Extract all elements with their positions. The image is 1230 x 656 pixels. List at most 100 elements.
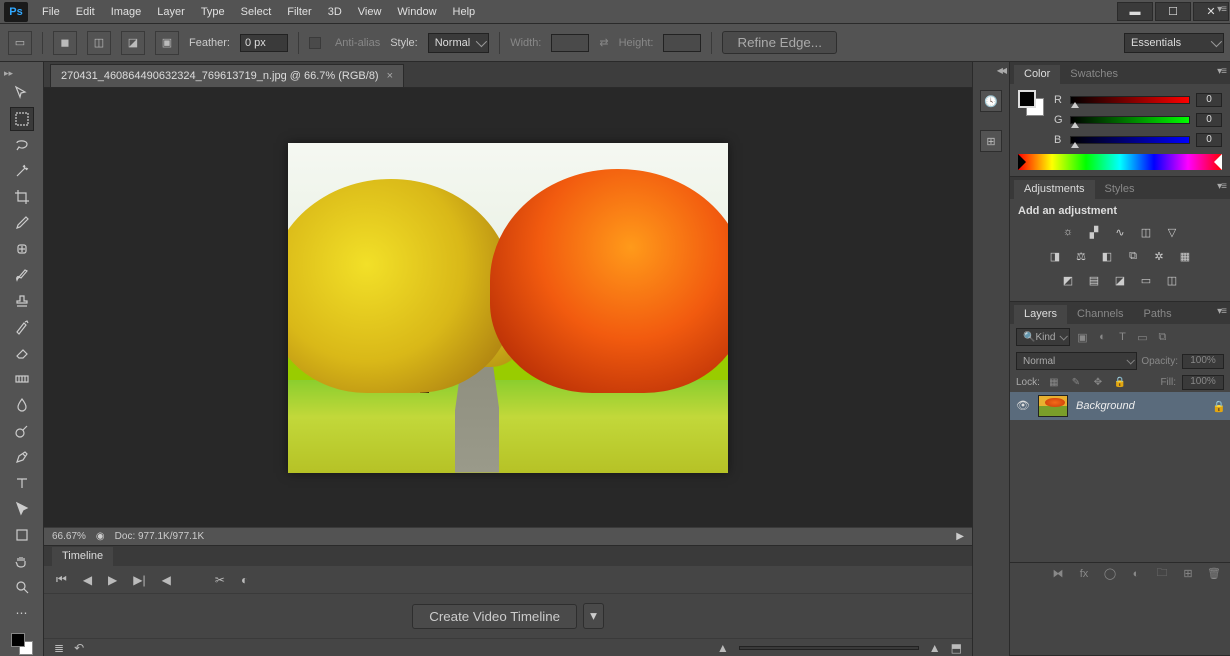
prev-frame-icon[interactable]: ◀ bbox=[83, 573, 92, 587]
edit-toolbar-icon[interactable]: ⋯ bbox=[10, 601, 34, 625]
color-spectrum[interactable] bbox=[1018, 154, 1222, 170]
lock-pixels-icon[interactable]: ✎ bbox=[1068, 374, 1084, 390]
antialias-checkbox[interactable] bbox=[309, 37, 321, 49]
undo-icon[interactable]: ↶ bbox=[74, 641, 84, 655]
document-canvas[interactable] bbox=[288, 143, 728, 473]
panel-menu-icon[interactable]: ▾≡ bbox=[1217, 181, 1226, 192]
shape-tool[interactable] bbox=[10, 523, 34, 547]
gradient-map-icon[interactable]: ▭ bbox=[1137, 271, 1155, 289]
filter-kind-select[interactable]: 🔍 Kind bbox=[1016, 328, 1070, 346]
exposure-icon[interactable]: ◫ bbox=[1137, 223, 1155, 241]
transition-icon[interactable]: ◐ bbox=[241, 573, 248, 587]
document-tab[interactable]: 270431_460864490632324_769613719_n.jpg @… bbox=[50, 64, 404, 87]
panel-menu-icon[interactable]: ▾≡ bbox=[1217, 66, 1226, 77]
properties-panel-icon[interactable]: ⊞ bbox=[980, 130, 1002, 152]
layers-tab[interactable]: Layers bbox=[1014, 305, 1067, 324]
tool-preset-icon[interactable]: ▭ bbox=[8, 31, 32, 55]
selective-color-icon[interactable]: ◫ bbox=[1163, 271, 1181, 289]
color-balance-icon[interactable]: ⚖ bbox=[1072, 247, 1090, 265]
layer-mask-icon[interactable]: ◯ bbox=[1102, 566, 1118, 582]
pen-tool[interactable] bbox=[10, 445, 34, 469]
menu-view[interactable]: View bbox=[350, 0, 390, 23]
styles-tab[interactable]: Styles bbox=[1095, 180, 1145, 199]
stamp-tool[interactable] bbox=[10, 289, 34, 313]
channels-tab[interactable]: Channels bbox=[1067, 305, 1133, 324]
link-layers-icon[interactable]: ⧓ bbox=[1050, 566, 1066, 582]
lock-transparency-icon[interactable]: ▦ bbox=[1046, 374, 1062, 390]
create-video-timeline-button[interactable]: Create Video Timeline bbox=[412, 604, 577, 629]
foreground-color-swatch[interactable] bbox=[11, 633, 25, 647]
eyedropper-tool[interactable] bbox=[10, 211, 34, 235]
r-value[interactable]: 0 bbox=[1196, 93, 1222, 107]
b-slider[interactable] bbox=[1070, 136, 1190, 144]
hand-tool[interactable] bbox=[10, 549, 34, 573]
levels-icon[interactable]: ▞ bbox=[1085, 223, 1103, 241]
adjustments-tab[interactable]: Adjustments bbox=[1014, 180, 1095, 199]
workspace-select[interactable]: Essentials bbox=[1124, 33, 1224, 53]
color-swatches[interactable] bbox=[1018, 90, 1044, 116]
status-arrow-icon[interactable]: ▶ bbox=[956, 531, 964, 542]
g-value[interactable]: 0 bbox=[1196, 113, 1222, 127]
layer-name[interactable]: Background bbox=[1076, 400, 1204, 412]
filter-shape-icon[interactable]: ▭ bbox=[1134, 329, 1150, 345]
selection-intersect-icon[interactable]: ▣ bbox=[155, 31, 179, 55]
dodge-tool[interactable] bbox=[10, 419, 34, 443]
photo-filter-icon[interactable]: ⧉ bbox=[1124, 247, 1142, 265]
r-slider[interactable] bbox=[1070, 96, 1190, 104]
minimize-button[interactable]: ▬ bbox=[1117, 2, 1153, 21]
zoom-out-icon[interactable]: ▲ bbox=[717, 641, 729, 655]
goto-first-frame-icon[interactable]: ⏮ bbox=[56, 572, 67, 587]
timeline-options-icon[interactable]: ≣ bbox=[54, 641, 64, 655]
menu-3d[interactable]: 3D bbox=[320, 0, 350, 23]
fill-input[interactable]: 100% bbox=[1182, 375, 1224, 390]
panel-menu-icon[interactable]: ▾≡ bbox=[1217, 4, 1226, 15]
eraser-tool[interactable] bbox=[10, 341, 34, 365]
healing-tool[interactable] bbox=[10, 237, 34, 261]
feather-input[interactable] bbox=[240, 34, 288, 52]
zoom-in-icon[interactable]: ▲ bbox=[929, 641, 941, 655]
layer-lock-icon[interactable]: 🔒 bbox=[1212, 400, 1224, 412]
canvas-area[interactable] bbox=[44, 88, 972, 527]
color-tab[interactable]: Color bbox=[1014, 65, 1060, 84]
lasso-tool[interactable] bbox=[10, 133, 34, 157]
menu-select[interactable]: Select bbox=[233, 0, 280, 23]
swatches-tab[interactable]: Swatches bbox=[1060, 65, 1128, 84]
next-frame-icon[interactable]: ▶| bbox=[133, 573, 145, 587]
new-adjustment-icon[interactable]: ◐ bbox=[1128, 566, 1144, 582]
layer-thumbnail[interactable] bbox=[1038, 395, 1068, 417]
gradient-tool[interactable] bbox=[10, 367, 34, 391]
lookup-icon[interactable]: ▦ bbox=[1176, 247, 1194, 265]
foreground-background-colors[interactable] bbox=[11, 633, 33, 655]
menu-type[interactable]: Type bbox=[193, 0, 233, 23]
vibrance-icon[interactable]: ▽ bbox=[1163, 223, 1181, 241]
brightness-icon[interactable]: ☼ bbox=[1059, 223, 1077, 241]
marquee-tool[interactable] bbox=[10, 107, 34, 131]
filter-smart-icon[interactable]: ⧉ bbox=[1154, 329, 1170, 345]
g-slider[interactable] bbox=[1070, 116, 1190, 124]
menu-filter[interactable]: Filter bbox=[279, 0, 319, 23]
blur-tool[interactable] bbox=[10, 393, 34, 417]
menu-edit[interactable]: Edit bbox=[68, 0, 103, 23]
filter-adjust-icon[interactable]: ◐ bbox=[1094, 329, 1110, 345]
wand-tool[interactable] bbox=[10, 159, 34, 183]
close-document-icon[interactable]: × bbox=[387, 70, 393, 82]
selection-subtract-icon[interactable]: ◪ bbox=[121, 31, 145, 55]
selection-new-icon[interactable]: ◼ bbox=[53, 31, 77, 55]
layer-fx-icon[interactable]: fx bbox=[1076, 566, 1092, 582]
blend-mode-select[interactable]: Normal bbox=[1016, 352, 1137, 370]
menu-file[interactable]: File bbox=[34, 0, 68, 23]
split-clip-icon[interactable]: ✂ bbox=[215, 573, 225, 587]
path-selection-tool[interactable] bbox=[10, 497, 34, 521]
history-panel-icon[interactable]: 🕓 bbox=[980, 90, 1002, 112]
layer-row[interactable]: 👁 Background 🔒 bbox=[1010, 392, 1230, 420]
timeline-tab[interactable]: Timeline bbox=[52, 547, 113, 566]
paths-tab[interactable]: Paths bbox=[1134, 305, 1182, 324]
render-icon[interactable]: ⬒ bbox=[951, 641, 962, 655]
status-icon[interactable]: ◉ bbox=[96, 531, 105, 542]
maximize-button[interactable]: ☐ bbox=[1155, 2, 1191, 21]
menu-layer[interactable]: Layer bbox=[149, 0, 193, 23]
play-icon[interactable]: ▶ bbox=[108, 573, 117, 587]
audio-mute-icon[interactable]: ◀ bbox=[162, 573, 171, 587]
threshold-icon[interactable]: ◪ bbox=[1111, 271, 1129, 289]
style-select[interactable]: Normal bbox=[428, 33, 489, 53]
